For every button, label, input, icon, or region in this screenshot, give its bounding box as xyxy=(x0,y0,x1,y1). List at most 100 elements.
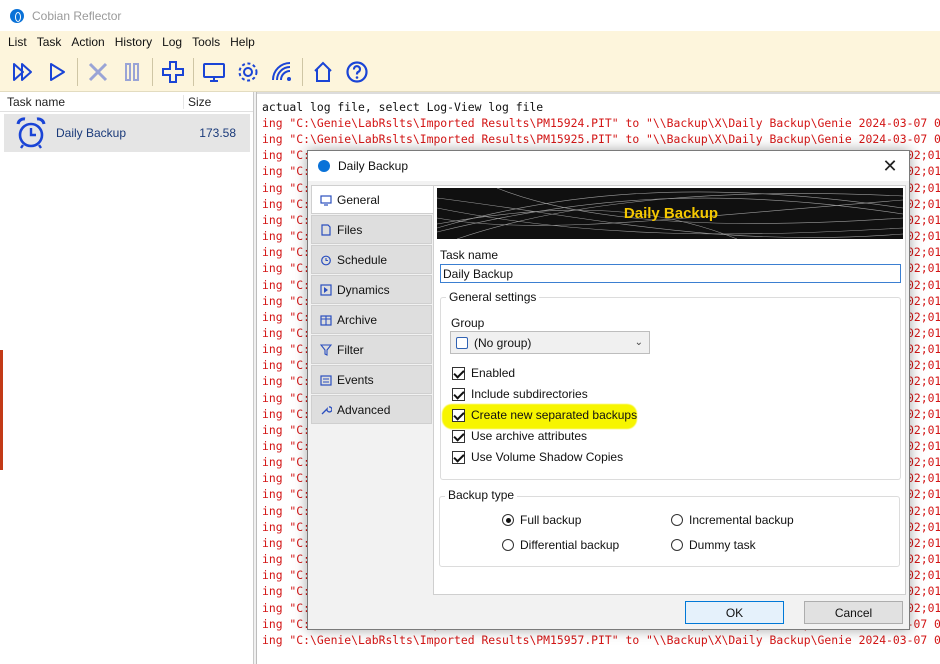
log-line-tail: 02;01 xyxy=(907,568,940,583)
tab-schedule[interactable]: Schedule xyxy=(311,245,432,274)
radio-label: Dummy task xyxy=(689,538,756,552)
pause-button[interactable] xyxy=(115,55,149,89)
window-title: Cobian Reflector xyxy=(32,8,122,23)
task-banner: Daily Backup xyxy=(437,188,903,239)
run-all-button[interactable] xyxy=(6,55,40,89)
checkbox-check xyxy=(452,366,465,380)
menu-tools[interactable]: Tools xyxy=(187,35,225,49)
radio-dummy-task[interactable]: Dummy task xyxy=(671,538,756,552)
radio-label: Full backup xyxy=(520,513,582,527)
toolbar-separator xyxy=(193,57,194,86)
ok-button[interactable]: OK xyxy=(685,601,784,624)
tab-advanced[interactable]: Advanced xyxy=(311,395,432,424)
log-line: ing "C:\Genie\LabRslts\Imported Results\… xyxy=(262,132,940,147)
radio-label: Differential backup xyxy=(520,538,620,552)
menu-help[interactable]: Help xyxy=(225,35,260,49)
checkbox-use-volume-shadow-copies[interactable]: Use Volume Shadow Copies xyxy=(452,450,623,464)
log-line-tail: 02;01 xyxy=(907,406,940,421)
log-line-tail: 02;01 xyxy=(907,196,940,211)
log-line: ing "C:\Genie\LabRslts\Imported Results\… xyxy=(262,632,940,647)
menu-action[interactable]: Action xyxy=(66,35,109,49)
alarm-clock-icon xyxy=(320,254,332,266)
log-line-tail: 02;01 xyxy=(907,600,940,615)
checkbox-check xyxy=(452,387,465,401)
radio-differential-backup[interactable]: Differential backup xyxy=(502,538,619,552)
home-button[interactable] xyxy=(306,55,340,89)
task-list-pane: Task name Size Daily Backup 173.58 xyxy=(0,92,254,664)
close-icon[interactable]: ✕ xyxy=(879,155,901,177)
task-name-input[interactable] xyxy=(440,264,901,283)
radio-label: Incremental backup xyxy=(689,513,794,527)
radio-incremental-backup[interactable]: Incremental backup xyxy=(671,513,794,527)
tab-general[interactable]: General xyxy=(311,185,435,214)
task-row[interactable]: Daily Backup 173.58 xyxy=(4,114,250,152)
tab-label: General xyxy=(337,192,380,207)
pause-icon xyxy=(125,62,139,81)
tab-dynamics[interactable]: Dynamics xyxy=(311,275,432,304)
title-bar: Cobian Reflector xyxy=(0,0,940,31)
menu-history[interactable]: History xyxy=(110,35,157,49)
log-line-tail: 02;01 xyxy=(907,212,940,227)
checkbox-label: Create new separated backups xyxy=(471,408,638,422)
column-header-task-name[interactable]: Task name xyxy=(0,94,184,109)
checkbox-enabled[interactable]: Enabled xyxy=(452,366,515,380)
group-color-square xyxy=(456,336,468,349)
group-select[interactable]: (No group) ⌄ xyxy=(450,331,650,354)
log-line-tail: 02;01 xyxy=(907,164,940,179)
tab-files[interactable]: Files xyxy=(311,215,432,244)
dialog-title: Daily Backup xyxy=(338,159,409,173)
add-task-button[interactable] xyxy=(156,55,190,89)
checkbox-include-subdirectories[interactable]: Include subdirectories xyxy=(452,387,588,401)
tab-label: Advanced xyxy=(337,402,391,417)
log-line-tail: 02;01 xyxy=(907,455,940,470)
log-line-info: actual log file, select Log-View log fil… xyxy=(262,100,544,114)
log-line-tail: 02;01 xyxy=(907,439,940,453)
wrench-icon xyxy=(320,404,332,416)
checkbox-use-archive-attributes[interactable]: Use archive attributes xyxy=(452,429,587,443)
radio-full-backup[interactable]: Full backup xyxy=(502,513,581,527)
menu-task[interactable]: Task xyxy=(32,35,67,49)
left-edge-marker xyxy=(0,350,3,470)
radio-dot xyxy=(671,514,683,526)
file-icon xyxy=(320,223,332,236)
network-icon xyxy=(272,61,291,81)
monitor-button[interactable] xyxy=(197,55,231,89)
chevron-down-icon: ⌄ xyxy=(634,337,643,348)
alarm-clock-icon xyxy=(16,117,46,149)
checkbox-create-new-separated-backups[interactable]: Create new separated backups xyxy=(452,408,637,422)
backup-type-title: Backup type xyxy=(445,488,518,502)
log-line-tail: 02;01 xyxy=(907,390,940,405)
banner-title: Daily Backup xyxy=(623,205,719,222)
tab-filter[interactable]: Filter xyxy=(311,335,432,364)
log-line-tail: 02;01 xyxy=(907,519,940,534)
events-icon xyxy=(320,374,332,386)
checkbox-label: Use Volume Shadow Copies xyxy=(471,450,624,464)
task-name: Daily Backup xyxy=(56,126,127,140)
log-line-tail: 02;01 xyxy=(907,471,940,486)
group-select-value: (No group) xyxy=(474,335,532,350)
checkbox-check xyxy=(452,429,465,443)
menu-log[interactable]: Log xyxy=(157,35,187,49)
menu-list[interactable]: List xyxy=(3,35,32,49)
cancel-button[interactable]: Cancel xyxy=(804,601,903,624)
settings-button[interactable] xyxy=(231,55,265,89)
tab-events[interactable]: Events xyxy=(311,365,432,394)
settings-gear-icon xyxy=(238,62,258,81)
help-button[interactable] xyxy=(340,55,374,89)
tab-label: Dynamics xyxy=(337,282,390,297)
run-button[interactable] xyxy=(40,55,74,89)
checkbox-label: Enabled xyxy=(471,366,516,380)
toolbar-separator xyxy=(302,57,303,86)
column-header-size[interactable]: Size xyxy=(184,95,211,109)
menu-bar: List Task Action History Log Tools Help xyxy=(0,31,940,52)
tab-label: Filter xyxy=(337,342,364,357)
radio-dot xyxy=(502,514,514,526)
checkbox-check xyxy=(452,408,465,422)
abort-button[interactable] xyxy=(81,55,115,89)
network-button[interactable] xyxy=(265,55,299,89)
run-all-icon xyxy=(13,62,32,81)
log-line-tail: 02;01 xyxy=(907,374,940,389)
log-top-border xyxy=(257,92,940,94)
tab-archive[interactable]: Archive xyxy=(311,305,432,334)
dialog-title-bar: Daily Backup xyxy=(308,151,909,181)
